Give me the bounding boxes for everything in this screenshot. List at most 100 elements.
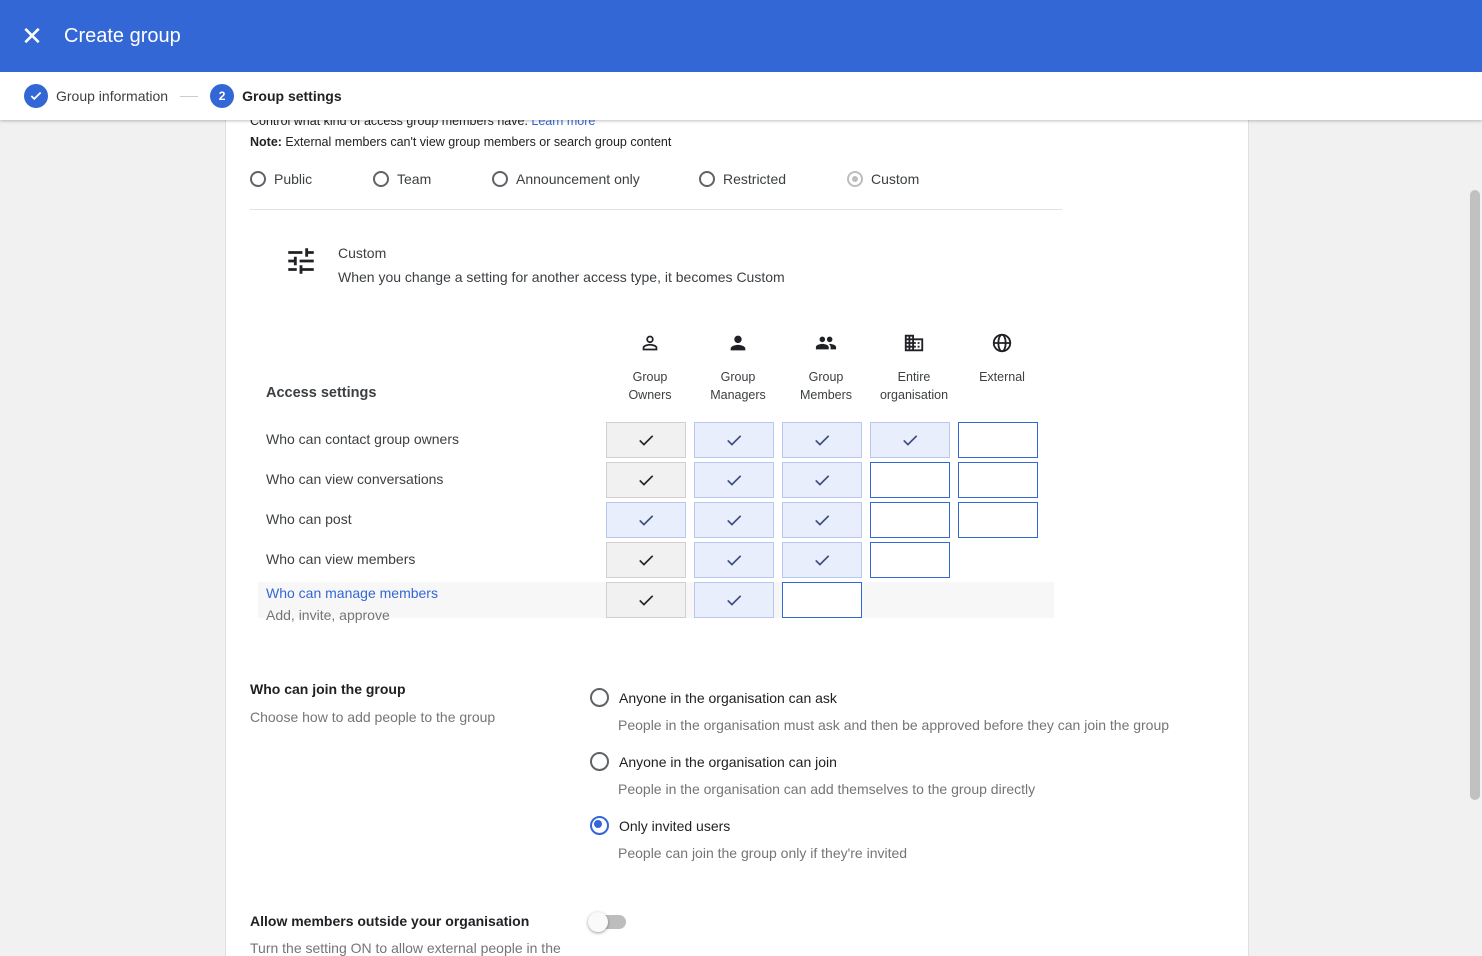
check-icon [903, 435, 918, 446]
check-icon [727, 555, 742, 566]
access-intro-text: Control what kind of access group member… [250, 120, 528, 128]
check-icon [727, 475, 742, 486]
tune-icon [284, 244, 318, 283]
checkbox-cell[interactable] [782, 462, 862, 498]
access-intro: Control what kind of access group member… [250, 120, 595, 128]
checkbox-cell[interactable] [870, 422, 950, 458]
check-icon [815, 435, 830, 446]
check-icon [639, 555, 654, 566]
note-text: External members can't view group member… [281, 135, 672, 149]
page-title: Create group [64, 24, 181, 47]
step-separator [180, 95, 199, 97]
column-external: External [958, 332, 1046, 386]
divider [250, 209, 1062, 210]
join-section-subtitle: Choose how to add people to the group [250, 709, 496, 725]
globe-icon [958, 332, 1046, 356]
external-section-title: Allow members outside your organisation [250, 913, 530, 929]
checkbox-cell[interactable] [870, 502, 950, 538]
step-group-settings[interactable]: 2 Group settings [210, 84, 342, 108]
people-icon [782, 332, 870, 356]
checkbox-cell[interactable] [782, 542, 862, 578]
column-group-members: Group Members [782, 332, 870, 404]
access-option-announcement-only[interactable]: Announcement only [492, 171, 640, 187]
scrollbar[interactable] [1470, 190, 1480, 800]
check-icon [815, 515, 830, 526]
radio-icon[interactable] [847, 171, 863, 187]
checkbox-cell[interactable] [782, 582, 862, 618]
checkbox-cell[interactable] [870, 542, 950, 578]
join-option-invited-only[interactable]: Only invited users [590, 816, 730, 835]
access-note: Note: External members can't view group … [250, 135, 671, 149]
checkbox-cell[interactable] [694, 582, 774, 618]
radio-icon[interactable] [590, 688, 609, 707]
join-option-desc: People can join the group only if they'r… [618, 845, 908, 861]
checkbox-cell[interactable] [606, 422, 686, 458]
column-entire-organisation: Entire organisation [870, 332, 958, 404]
checkbox-cell[interactable] [606, 542, 686, 578]
join-option-desc: People in the organisation can add thems… [618, 781, 1036, 797]
checkbox-cell[interactable] [958, 462, 1038, 498]
check-icon [727, 595, 742, 606]
checkbox-cell[interactable] [606, 582, 686, 618]
custom-description: When you change a setting for another ac… [338, 269, 785, 285]
note-label: Note: [250, 135, 282, 149]
learn-more-link[interactable]: Learn more [531, 120, 595, 128]
checkbox-cell[interactable] [606, 502, 686, 538]
check-icon [639, 475, 654, 486]
checkbox-cell[interactable] [694, 502, 774, 538]
row-label-view-conversations: Who can view conversations [266, 471, 444, 487]
column-group-owners: Group Owners [606, 332, 694, 404]
radio-icon[interactable] [699, 171, 715, 187]
check-icon [639, 515, 654, 526]
building-icon [870, 332, 958, 356]
radio-icon[interactable] [590, 752, 609, 771]
checkbox-cell[interactable] [694, 542, 774, 578]
check-icon [639, 595, 654, 606]
stepper: Group information 2 Group settings [0, 72, 1482, 120]
close-icon[interactable]: ✕ [0, 0, 64, 72]
check-icon [727, 435, 742, 446]
checkbox-cell[interactable] [782, 502, 862, 538]
external-members-toggle[interactable] [588, 912, 626, 932]
check-icon [24, 84, 48, 108]
radio-icon[interactable] [373, 171, 389, 187]
check-icon [639, 435, 654, 446]
step-number: 2 [210, 84, 235, 108]
check-icon [815, 475, 830, 486]
app-bar: ✕ Create group [0, 0, 1482, 72]
checkbox-cell[interactable] [958, 502, 1038, 538]
access-option-public[interactable]: Public [250, 171, 312, 187]
access-settings-heading: Access settings [266, 385, 377, 401]
check-icon [815, 555, 830, 566]
checkbox-cell[interactable] [870, 462, 950, 498]
radio-icon[interactable] [492, 171, 508, 187]
row-label-manage-members: Who can manage members [266, 585, 438, 601]
join-section-title: Who can join the group [250, 681, 406, 697]
person-icon [694, 332, 782, 356]
row-sublabel-manage-members: Add, invite, approve [266, 607, 390, 623]
checkbox-cell[interactable] [958, 422, 1038, 458]
join-option-desc: People in the organisation must ask and … [618, 717, 1170, 733]
check-icon [727, 515, 742, 526]
access-option-custom[interactable]: Custom [847, 171, 919, 187]
toggle-knob [588, 912, 608, 932]
checkbox-cell[interactable] [606, 462, 686, 498]
external-section-desc: Turn the setting ON to allow external pe… [250, 940, 561, 956]
join-option-can-ask[interactable]: Anyone in the organisation can ask [590, 688, 837, 707]
step-label: Group information [56, 88, 169, 104]
access-option-team[interactable]: Team [373, 171, 431, 187]
radio-icon[interactable] [250, 171, 266, 187]
settings-card: Control what kind of access group member… [225, 120, 1249, 956]
radio-selected-icon[interactable] [590, 816, 609, 835]
checkbox-cell[interactable] [782, 422, 862, 458]
person-outline-icon [606, 332, 694, 356]
step-label: Group settings [242, 88, 342, 104]
row-label-post: Who can post [266, 511, 352, 527]
access-option-restricted[interactable]: Restricted [699, 171, 786, 187]
custom-title: Custom [338, 245, 387, 261]
checkbox-cell[interactable] [694, 462, 774, 498]
row-label-contact-owners: Who can contact group owners [266, 431, 459, 447]
join-option-can-join[interactable]: Anyone in the organisation can join [590, 752, 837, 771]
step-group-information[interactable]: Group information [24, 84, 168, 108]
checkbox-cell[interactable] [694, 422, 774, 458]
